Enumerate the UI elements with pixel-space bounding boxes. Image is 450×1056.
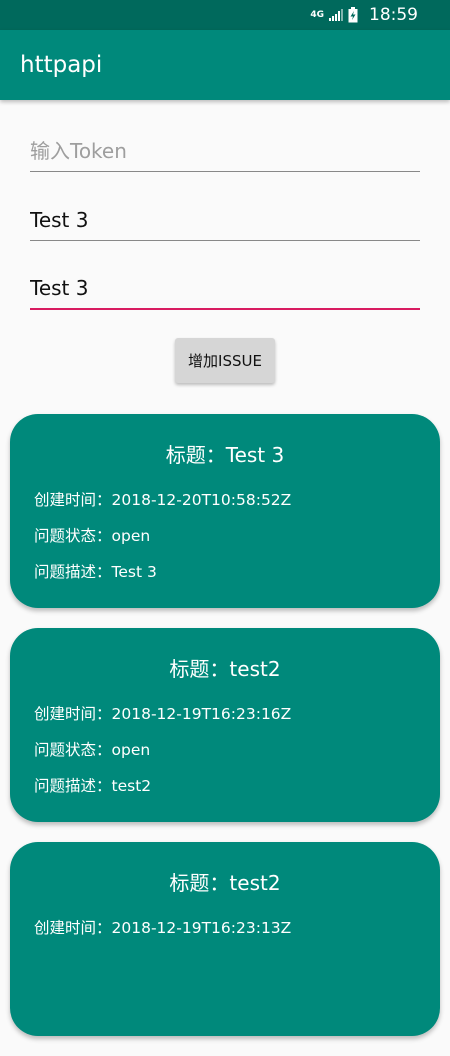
token-input[interactable] [30, 131, 420, 171]
status-time: 18:59 [369, 5, 418, 25]
app-title: httpapi [20, 52, 103, 78]
status-bar: 4G 18:59 [0, 0, 450, 30]
issue-body-field [30, 268, 420, 310]
status-icons: 4G [310, 6, 358, 24]
issue-title: 标题：test2 [169, 657, 281, 681]
app-bar: httpapi [0, 30, 450, 100]
add-issue-button-label: 增加ISSUE [188, 352, 262, 370]
issue-card[interactable]: 标题：test2 创建时间：2018-12-19T16:23:13Z [10, 842, 440, 1036]
issue-created-time: 创建时间：2018-12-20T10:58:52Z [34, 491, 292, 509]
issue-body-input[interactable] [30, 268, 420, 308]
add-issue-button[interactable]: 增加ISSUE [175, 338, 275, 383]
issue-state: 问题状态：open [34, 741, 151, 759]
issue-title-field [30, 200, 420, 241]
token-field [30, 131, 420, 172]
issue-title: 标题：Test 3 [165, 443, 285, 467]
issue-card[interactable]: 标题：test2 创建时间：2018-12-19T16:23:16Z 问题状态：… [10, 628, 440, 822]
issue-state: 问题状态：open [34, 527, 151, 545]
network-type-indicator: 4G [310, 9, 324, 20]
issue-description: 问题描述：test2 [34, 777, 152, 795]
issue-title: 标题：test2 [169, 871, 281, 895]
issue-list[interactable]: 标题：Test 3 创建时间：2018-12-20T10:58:52Z 问题状态… [10, 414, 440, 1056]
issue-title-input[interactable] [30, 200, 420, 240]
battery-charging-icon [348, 7, 358, 23]
issue-card[interactable]: 标题：Test 3 创建时间：2018-12-20T10:58:52Z 问题状态… [10, 414, 440, 608]
issue-created-time: 创建时间：2018-12-19T16:23:16Z [34, 705, 292, 723]
issue-description: 问题描述：Test 3 [34, 563, 157, 581]
issue-created-time: 创建时间：2018-12-19T16:23:13Z [34, 919, 292, 937]
signal-strength-icon [329, 9, 343, 21]
